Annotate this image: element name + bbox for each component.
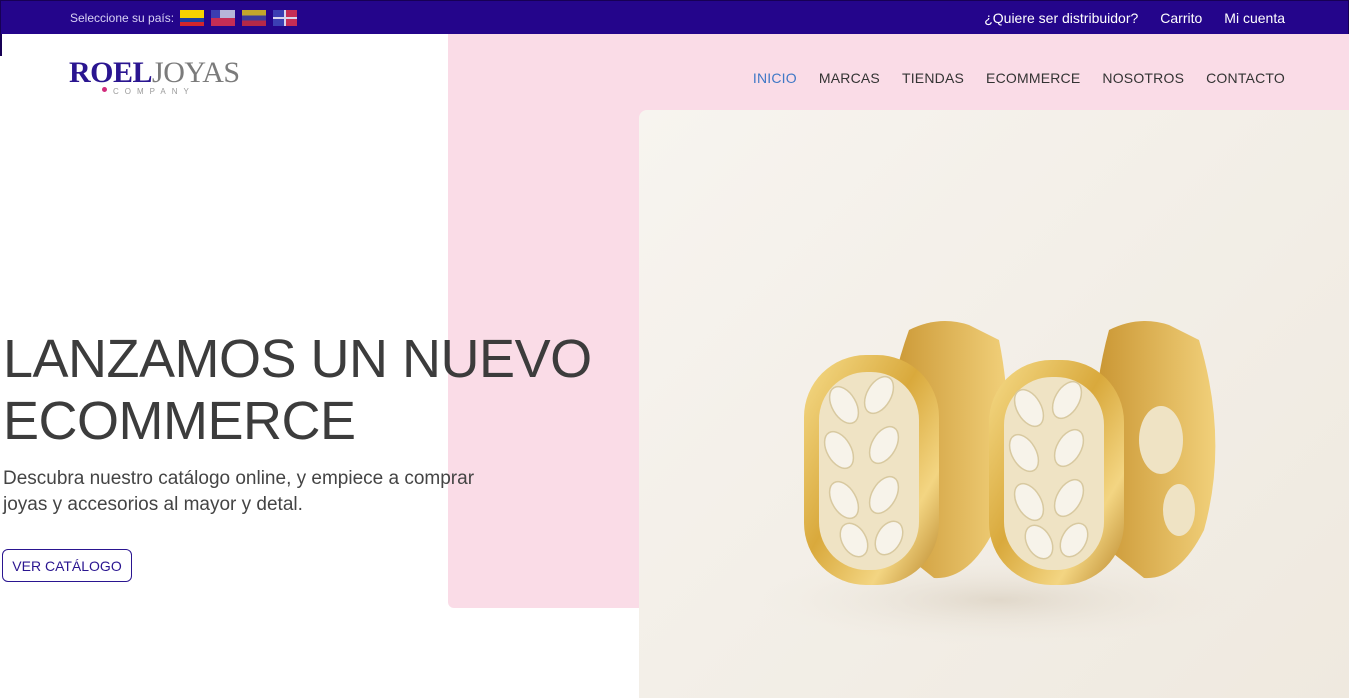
hero-description: Descubra nuestro catálogo online, y empi…: [3, 468, 475, 515]
hero-product-image: [639, 110, 1349, 698]
logo-subtitle: COMPANY: [113, 87, 195, 96]
country-selector: Seleccione su país:: [70, 1, 304, 35]
nav-item-tiendas[interactable]: TIENDAS: [902, 70, 964, 86]
country-selector-label: Seleccione su país:: [70, 11, 175, 25]
view-catalog-button[interactable]: VER CATÁLOGO: [2, 549, 132, 582]
top-bar: Seleccione su país: ¿Quiere ser distribu…: [0, 0, 1349, 34]
top-links: ¿Quiere ser distribuidor? Carrito Mi cue…: [962, 1, 1285, 35]
logo-dot-icon: [102, 87, 107, 92]
logo-joyas-text: JOYAS: [152, 56, 240, 89]
logo-roel-text: ROEL: [69, 56, 153, 89]
my-account-link[interactable]: Mi cuenta: [1224, 10, 1285, 26]
topbar-edge-divider: [0, 34, 2, 56]
nav-item-marcas[interactable]: MARCAS: [819, 70, 880, 86]
main-nav: INICIO MARCAS TIENDAS ECOMMERCE NOSOTROS…: [731, 70, 1285, 86]
nav-item-nosotros[interactable]: NOSOTROS: [1102, 70, 1184, 86]
flag-dominican-republic-icon[interactable]: [273, 10, 298, 26]
cart-link[interactable]: Carrito: [1160, 10, 1202, 26]
nav-item-contacto[interactable]: CONTACTO: [1206, 70, 1285, 86]
hero-title-line-2: ECOMMERCE: [3, 391, 356, 451]
flag-chile-icon[interactable]: [211, 10, 236, 26]
distributor-link[interactable]: ¿Quiere ser distribuidor?: [984, 10, 1138, 26]
flag-colombia-icon[interactable]: [180, 10, 205, 26]
gold-hoop-earrings-image: [759, 321, 1239, 645]
site-logo[interactable]: ROELJOYAS COMPANY: [69, 56, 240, 102]
hero-title-line-1: LANZAMOS UN NUEVO: [3, 329, 592, 389]
nav-item-inicio[interactable]: INICIO: [753, 70, 797, 86]
flag-venezuela-icon[interactable]: [242, 10, 267, 26]
logo-wordmark: ROELJOYAS: [69, 56, 240, 90]
nav-item-ecommerce[interactable]: ECOMMERCE: [986, 70, 1080, 86]
hero-title: LANZAMOS UN NUEVO ECOMMERCE: [3, 328, 592, 452]
